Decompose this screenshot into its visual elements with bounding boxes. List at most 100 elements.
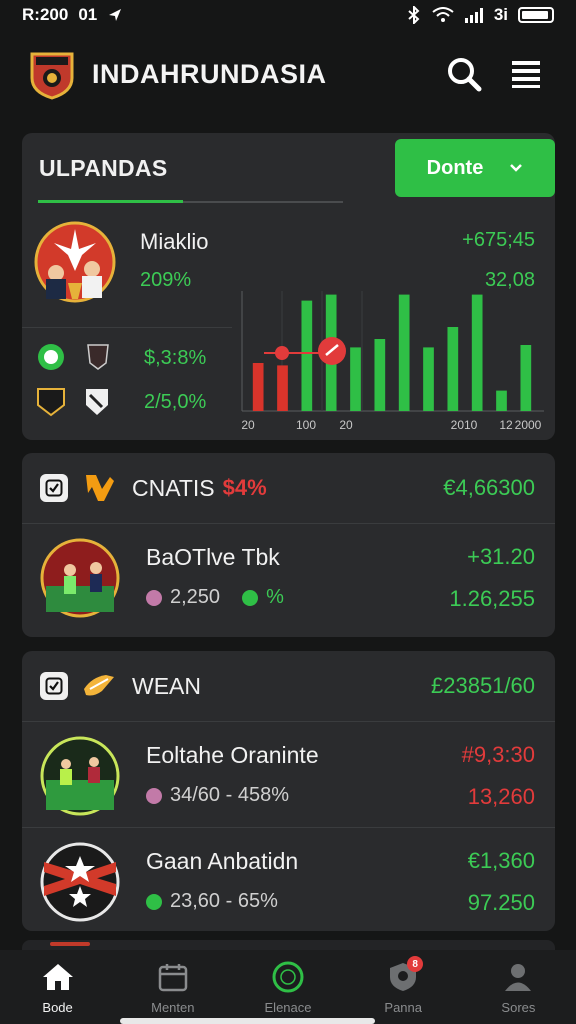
section-title: CNATIS <box>132 474 215 501</box>
chart-bar <box>471 294 483 411</box>
wifi-icon <box>432 7 454 22</box>
next-card-peek <box>22 940 555 950</box>
home-indicator <box>120 1018 375 1024</box>
brand-logo <box>30 52 74 100</box>
section-value: £23851/60 <box>431 673 535 698</box>
nav-label: Elenace <box>264 1000 312 1015</box>
status-bar: R:200 01 3i <box>0 0 576 30</box>
section-card-wean: WEAN £23851/60 Eoltahe Oranintе 34/60 - … <box>22 651 555 931</box>
match-subtitle: 2,250 % <box>146 586 284 609</box>
match-row[interactable]: Eoltahe Oranintе 34/60 - 458% #9,3:30 13… <box>22 722 555 827</box>
check-icon <box>45 677 63 695</box>
match-value-primary: #9,3:30 <box>461 742 535 767</box>
boot-icon <box>84 675 114 696</box>
chart-bar <box>520 345 532 411</box>
notification-badge: 8 <box>407 956 424 972</box>
check-icon <box>45 479 63 497</box>
search-button[interactable] <box>442 52 486 96</box>
match-value-secondary: 97.250 <box>467 890 535 915</box>
section-header[interactable]: WEAN £23851/60 <box>22 651 555 721</box>
ball-icon <box>270 960 306 994</box>
nav-item-home[interactable]: Bode <box>0 950 115 1024</box>
match-value-secondary: 1.26,255 <box>449 586 535 611</box>
chart-tick-label: 2010 <box>451 418 478 432</box>
nav-item-panna[interactable]: 8 Panna <box>346 950 461 1024</box>
money-icon <box>146 893 162 910</box>
match-stat: 23,60 - 65% <box>170 890 278 912</box>
chart-bar <box>277 365 288 411</box>
status-extra: 01 <box>78 5 98 24</box>
pin-icon <box>146 787 162 804</box>
chart-bar <box>374 339 386 411</box>
app-header: INDAHRUNDASIA <box>0 30 576 118</box>
heart-icon <box>146 589 162 606</box>
chart-bar <box>350 347 361 411</box>
chevron-down-icon <box>510 164 523 172</box>
status-network: 3i <box>493 5 508 24</box>
trend-icon <box>242 589 259 606</box>
match-thumbnail <box>40 538 120 618</box>
player-avatar <box>34 221 116 303</box>
chart-tick-label: 12 <box>499 418 513 432</box>
location-icon <box>109 9 122 21</box>
chart-bar <box>423 347 434 411</box>
section-header[interactable]: CNATIS $4% €4,66300 <box>22 453 555 523</box>
section-title: WEAN <box>132 672 201 699</box>
chart-bar <box>447 327 459 411</box>
status-time: R:200 <box>22 5 69 24</box>
shield-icon: 8 <box>385 956 424 994</box>
team-icons <box>37 344 109 417</box>
checkbox[interactable] <box>40 672 68 700</box>
match-value-primary: +31.20 <box>467 544 535 569</box>
bolt-icon <box>86 475 114 501</box>
dropdown-label: Donte <box>426 156 484 179</box>
chart-tick-label: 20 <box>241 418 255 432</box>
chart-bar <box>252 363 264 411</box>
match-value-primary: €1,360 <box>467 848 535 873</box>
checkbox[interactable] <box>40 474 68 502</box>
stat-value-b: 2/5,0% <box>144 391 207 413</box>
chart-bar <box>301 300 313 411</box>
match-row[interactable]: Gaan Anbatidn 23,60 - 65% €1,360 97.250 <box>22 828 555 931</box>
app-title: INDAHRUNDASIA <box>92 58 327 89</box>
match-subtitle: 34/60 - 458% <box>146 784 289 807</box>
nav-item-elenace[interactable]: Elenace <box>230 950 345 1024</box>
filter-dropdown[interactable]: Donte <box>395 139 555 197</box>
overview-title: ULPANDAS <box>39 154 168 181</box>
signal-icon <box>464 8 483 23</box>
nav-label: Panna <box>384 1000 422 1015</box>
bluetooth-icon <box>408 6 420 24</box>
profile-icon <box>500 960 536 994</box>
nav-label: Bode <box>42 1000 73 1015</box>
row-divider <box>22 327 232 328</box>
nav-item-menten[interactable]: Menten <box>115 950 230 1024</box>
match-value-secondary: 13,260 <box>467 784 535 809</box>
stat-value-a: $,3:8% <box>144 347 207 369</box>
match-stat-right: % <box>266 586 284 608</box>
bottom-nav: Bode Menten Elenace 8 Panna Sores <box>0 950 576 1024</box>
menu-button[interactable] <box>504 52 548 96</box>
overview-chart: 20 100 20 2010 12 2000 <box>241 291 544 432</box>
match-stat: 34/60 - 458% <box>170 784 289 806</box>
chart-tick-label: 100 <box>296 418 316 432</box>
section-card-cnatis: CNATIS $4% €4,66300 BaOTlve Tbk 2,250 % … <box>22 453 555 637</box>
player-name: Miaklio <box>140 229 209 254</box>
section-badge: $4% <box>222 475 267 500</box>
chart-bar <box>496 390 507 411</box>
match-thumbnail <box>40 736 120 816</box>
match-row[interactable]: BaOTlve Tbk 2,250 % +31.20 1.26,255 <box>22 524 555 629</box>
overview-card: ULPANDAS Donte Miaklio 209% +675;45 32,0… <box>22 133 555 440</box>
chart-tick-label: 20 <box>339 418 353 432</box>
match-title: BaOTlve Tbk <box>146 544 280 570</box>
home-icon <box>40 960 76 994</box>
tab-track <box>183 201 343 203</box>
hamburger-menu-icon <box>512 61 540 88</box>
nav-item-sores[interactable]: Sores <box>461 950 576 1024</box>
player-percent: 209% <box>140 269 192 291</box>
active-tab-indicator <box>38 200 183 203</box>
search-icon <box>448 58 482 92</box>
nav-label: Sores <box>501 1000 536 1015</box>
player-value-primary: +675;45 <box>462 229 535 251</box>
section-value: €4,66300 <box>443 475 535 500</box>
match-title: Gaan Anbatidn <box>146 848 299 874</box>
